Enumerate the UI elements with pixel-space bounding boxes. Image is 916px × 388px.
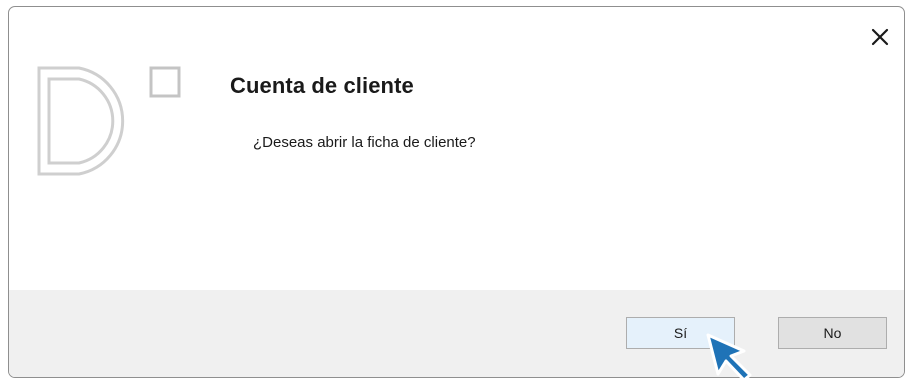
mouse-cursor-icon — [704, 331, 756, 388]
no-button[interactable]: No — [778, 317, 887, 349]
dialog-message: ¿Deseas abrir la ficha de cliente? — [253, 134, 476, 151]
close-icon — [871, 28, 889, 46]
dialog-title: Cuenta de cliente — [230, 73, 414, 98]
d-logo-icon — [37, 65, 187, 182]
dialog-footer: Sí No — [9, 290, 904, 377]
close-button[interactable] — [866, 23, 894, 51]
message-dialog: Cuenta de cliente ¿Deseas abrir la ficha… — [8, 6, 905, 378]
